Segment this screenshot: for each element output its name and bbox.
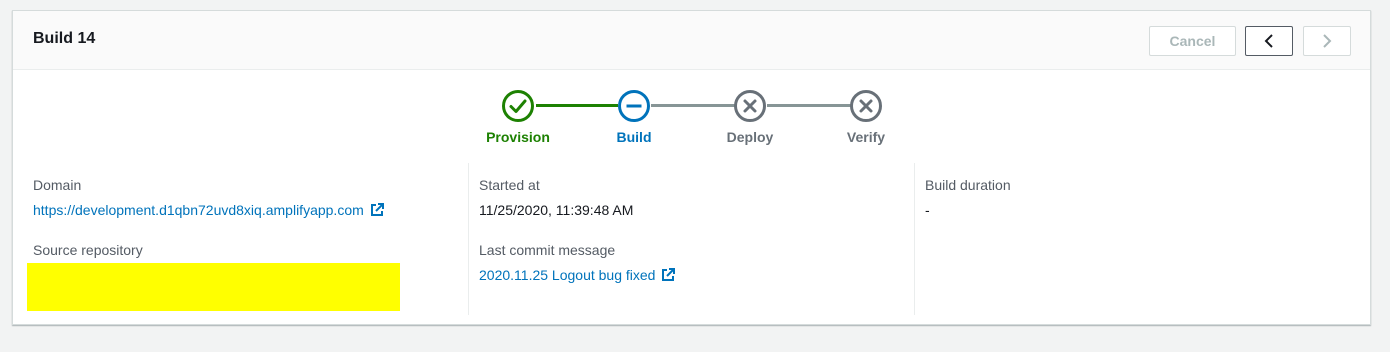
- step-provision: Provision: [458, 89, 578, 145]
- step-label-verify: Verify: [846, 129, 886, 145]
- domain-link-text: https://development.d1qbn72uvd8xiq.ampli…: [33, 202, 364, 218]
- build-detail-card: Build 14 Cancel Provision Build Deploy V…: [12, 10, 1371, 325]
- x-circle-icon: [734, 90, 766, 122]
- column-divider: [468, 163, 469, 315]
- commit-message-link[interactable]: 2020.11.25 Logout bug fixed: [479, 267, 676, 283]
- last-commit-label: Last commit message: [479, 242, 616, 258]
- commit-message-text: 2020.11.25 Logout bug fixed: [479, 267, 656, 283]
- cancel-button[interactable]: Cancel: [1149, 26, 1236, 56]
- page-title: Build 14: [33, 30, 96, 47]
- step-label-deploy: Deploy: [726, 129, 774, 145]
- minus-circle-icon: [618, 90, 650, 122]
- external-link-icon: [662, 268, 676, 281]
- step-label-build: Build: [616, 129, 652, 145]
- started-at-label: Started at: [479, 177, 540, 193]
- column-divider: [914, 163, 915, 315]
- details-column-domain: Domain https://development.d1qbn72uvd8xi…: [27, 163, 453, 317]
- next-button[interactable]: [1303, 26, 1351, 56]
- x-circle-icon: [850, 90, 882, 122]
- build-duration-value: -: [925, 202, 930, 218]
- details-column-duration: Build duration -: [925, 163, 1345, 317]
- step-verify: Verify: [806, 89, 926, 145]
- previous-button[interactable]: [1245, 26, 1293, 56]
- step-label-provision: Provision: [486, 129, 550, 145]
- started-at-value: 11/25/2020, 11:39:48 AM: [479, 202, 634, 218]
- step-deploy: Deploy: [690, 89, 810, 145]
- domain-label: Domain: [33, 177, 82, 193]
- check-circle-icon: [502, 90, 534, 122]
- card-header: Build 14 Cancel: [13, 11, 1370, 70]
- step-build: Build: [574, 89, 694, 145]
- details-column-started: Started at 11/25/2020, 11:39:48 AM Last …: [479, 163, 899, 317]
- source-repository-label: Source repository: [33, 242, 143, 258]
- chevron-right-icon: [1323, 34, 1332, 48]
- chevron-left-icon: [1264, 34, 1273, 48]
- build-duration-label: Build duration: [925, 177, 1011, 193]
- external-link-icon: [370, 203, 384, 216]
- domain-link[interactable]: https://development.d1qbn72uvd8xiq.ampli…: [33, 202, 384, 218]
- build-progress-stepper: Provision Build Deploy Verify: [13, 70, 1370, 160]
- redacted-source-repository: [27, 263, 400, 311]
